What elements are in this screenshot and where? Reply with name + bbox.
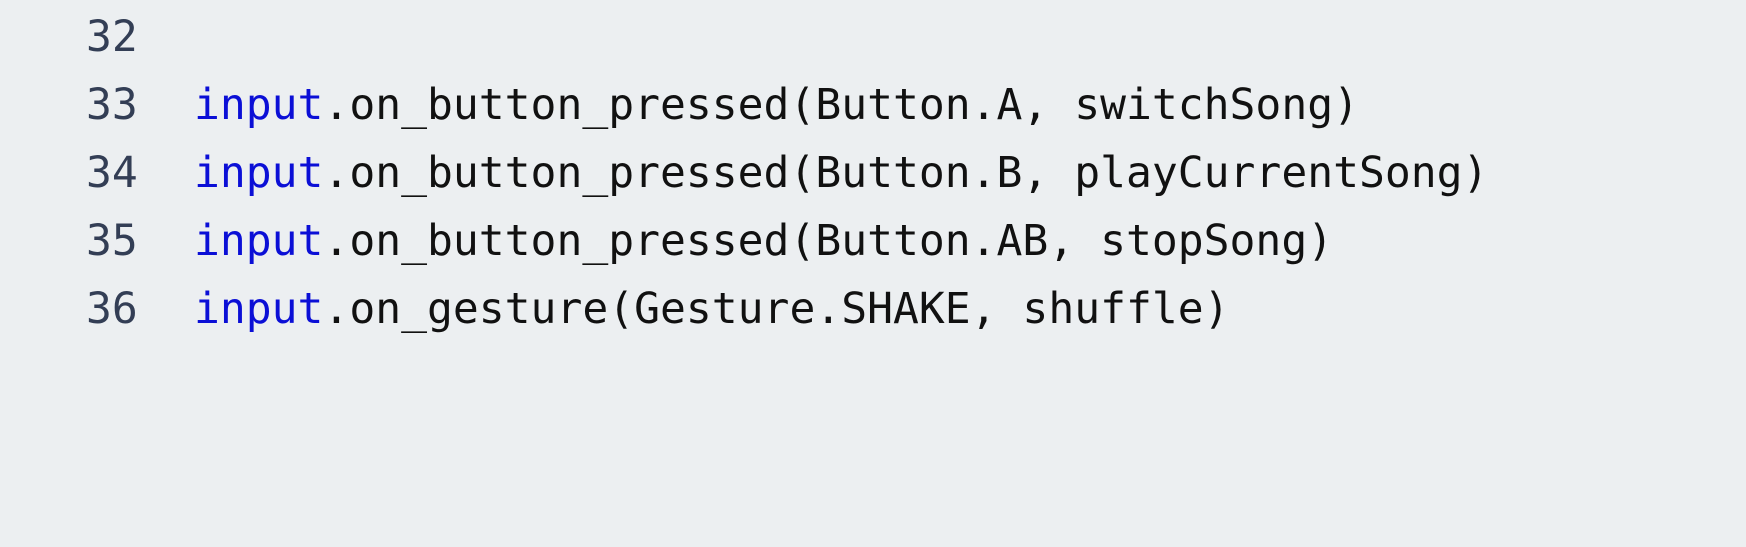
code-text[interactable]: input.on_button_pressed(Button.A, switch… bbox=[194, 71, 1359, 139]
code-line-32[interactable]: 32 bbox=[0, 3, 1746, 71]
code-line-34[interactable]: 34 input.on_button_pressed(Button.B, pla… bbox=[0, 139, 1746, 207]
line-number: 36 bbox=[86, 284, 138, 334]
line-number: 32 bbox=[86, 12, 138, 62]
code-line-36[interactable]: 36 input.on_gesture(Gesture.SHAKE, shuff… bbox=[0, 275, 1746, 343]
code-line-35[interactable]: 35 input.on_button_pressed(Button.AB, st… bbox=[0, 207, 1746, 275]
code-text[interactable]: input.on_button_pressed(Button.B, playCu… bbox=[194, 139, 1488, 207]
code-token: .on_button_pressed(Button.B, playCurrent… bbox=[323, 148, 1489, 198]
keyword-token: input bbox=[194, 148, 324, 198]
code-token: .on_button_pressed(Button.A, switchSong) bbox=[323, 80, 1359, 130]
code-editor[interactable]: 32 33 input.on_button_pressed(Button.A, … bbox=[0, 0, 1746, 408]
line-number: 33 bbox=[86, 80, 138, 130]
line-number: 34 bbox=[86, 148, 138, 198]
code-token: .on_button_pressed(Button.AB, stopSong) bbox=[323, 216, 1334, 266]
code-line-33[interactable]: 33 input.on_button_pressed(Button.A, swi… bbox=[0, 71, 1746, 139]
code-text[interactable]: input.on_button_pressed(Button.AB, stopS… bbox=[194, 207, 1333, 275]
keyword-token: input bbox=[194, 216, 324, 266]
code-text[interactable]: input.on_gesture(Gesture.SHAKE, shuffle) bbox=[194, 275, 1230, 343]
line-number: 35 bbox=[86, 216, 138, 266]
code-token: .on_gesture(Gesture.SHAKE, shuffle) bbox=[323, 284, 1230, 334]
keyword-token: input bbox=[194, 284, 324, 334]
keyword-token: input bbox=[194, 80, 324, 130]
